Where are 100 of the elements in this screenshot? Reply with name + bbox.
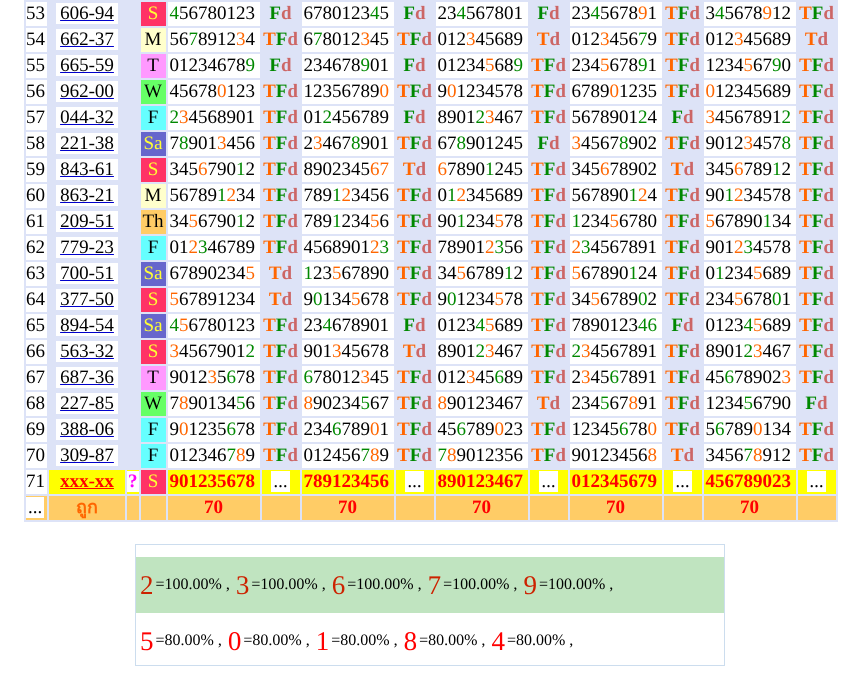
day-cell: Sa <box>140 314 166 338</box>
code-link[interactable]: 843-61 <box>56 159 118 180</box>
row-number: 58 <box>26 132 47 156</box>
number-cell: 789123456 <box>302 184 394 208</box>
code-link[interactable]: 388-06 <box>56 419 118 440</box>
number-cell: 567891234 <box>168 28 260 52</box>
code-link[interactable]: 606-94 <box>56 3 118 24</box>
legend-percent: =100.00% , <box>538 576 614 594</box>
number-cell: 234567891 <box>570 340 662 364</box>
number-cell: 789123456 <box>302 210 394 234</box>
code-link[interactable]: 377-50 <box>56 289 118 310</box>
day-cell: S <box>140 158 166 182</box>
hit-tag: TFd <box>665 29 700 50</box>
hit-tag: TFd <box>263 315 298 336</box>
number-cell: 890123467 <box>436 106 528 130</box>
number-cell: 234568901 <box>168 106 260 130</box>
number-cell: 678901245 <box>436 132 528 156</box>
number-cell: 901235678 <box>168 418 260 442</box>
number-cell: 901234578 <box>436 210 528 234</box>
row-number: 65 <box>26 314 47 338</box>
hit-tag: TFd <box>531 55 566 76</box>
row-number: 66 <box>26 340 47 364</box>
number-cell: 890123467 <box>436 392 528 416</box>
hit-tag: TFd <box>665 211 700 232</box>
code-link[interactable]: 894-54 <box>56 315 118 336</box>
number-cell: 234678901 <box>302 132 394 156</box>
hit-tag: TFd <box>263 445 298 466</box>
code-link[interactable]: 309-87 <box>56 445 118 466</box>
hit-tag: Td <box>268 289 292 310</box>
number-cell: 901234578 <box>704 132 796 156</box>
hit-tag: Fd <box>537 133 560 154</box>
hit-tag: TFd <box>397 29 432 50</box>
hit-tag: TFd <box>799 107 834 128</box>
number-cell: 456789023 <box>704 470 796 494</box>
row-number: 56 <box>26 80 47 104</box>
code-link[interactable]: 209-51 <box>56 211 118 232</box>
number-cell: 123456780 <box>570 418 662 442</box>
hit-tag: TFd <box>799 211 834 232</box>
code-link[interactable]: 779-23 <box>56 237 118 258</box>
legend-digit: 7 <box>428 570 442 600</box>
hit-tag: TFd <box>665 237 700 258</box>
hit-tag: TFd <box>665 133 700 154</box>
legend-digit: 6 <box>332 570 346 600</box>
legend-percent: =80.00% , <box>506 632 574 650</box>
hit-tag: Fd <box>671 107 694 128</box>
day-cell: M <box>140 28 166 52</box>
number-cell: 456780123 <box>168 2 260 26</box>
hit-tag: TFd <box>531 367 566 388</box>
code-link[interactable]: 662-37 <box>56 29 118 50</box>
number-cell: 234567891 <box>570 236 662 260</box>
number-cell: 456780123 <box>168 80 260 104</box>
code-link[interactable]: 044-32 <box>56 107 118 128</box>
code-link[interactable]: 962-00 <box>56 81 118 102</box>
day-cell: F <box>140 418 166 442</box>
code-link[interactable]: 221-38 <box>56 133 118 154</box>
number-cell: 567891234 <box>168 184 260 208</box>
legend-percent: =80.00% , <box>419 632 486 650</box>
count-label: 70 <box>606 497 625 518</box>
number-cell: 901234578 <box>704 236 796 260</box>
number-cell: 012456789 <box>302 106 394 130</box>
code-link[interactable]: 665-59 <box>56 55 118 76</box>
number-cell: 345678912 <box>704 106 796 130</box>
number-cell: 345678912 <box>704 158 796 182</box>
hit-tag: TFd <box>397 263 432 284</box>
hit-tag: TFd <box>263 29 298 50</box>
hit-tag: TFd <box>799 341 834 362</box>
count-label: 70 <box>472 497 491 518</box>
number-cell: 789013456 <box>168 132 260 156</box>
number-cell: 789013456 <box>168 392 260 416</box>
number-cell: 678012345 <box>302 366 394 390</box>
row-number: 60 <box>26 184 47 208</box>
code-link[interactable]: 687-36 <box>56 367 118 388</box>
ellipsis-label: ... <box>807 471 826 492</box>
number-cell: 678901235 <box>570 80 662 104</box>
hit-tag: Td <box>670 445 694 466</box>
hit-tag: TFd <box>799 367 834 388</box>
hit-tag: TFd <box>397 419 432 440</box>
day-cell: S <box>140 470 166 494</box>
code-link[interactable]: 563-32 <box>56 341 118 362</box>
code-link[interactable]: 863-21 <box>56 185 118 206</box>
number-cell: 234567891 <box>570 2 662 26</box>
number-cell: 012345689 <box>436 54 528 78</box>
hit-tag: TFd <box>531 263 566 284</box>
number-cell: 234567891 <box>570 366 662 390</box>
number-cell: 901234578 <box>436 80 528 104</box>
hit-tag: TFd <box>799 55 834 76</box>
row-number: 57 <box>26 106 47 130</box>
hit-tag: TFd <box>397 393 432 414</box>
number-cell: 567890124 <box>570 184 662 208</box>
hit-tag: TFd <box>665 419 700 440</box>
code-link[interactable]: 227-85 <box>56 393 118 414</box>
number-cell: 678012345 <box>302 2 394 26</box>
number-cell: 789012356 <box>436 236 528 260</box>
number-cell: 345678912 <box>704 444 796 468</box>
code-link[interactable]: 700-51 <box>56 263 118 284</box>
day-cell: W <box>140 392 166 416</box>
hit-tag: TFd <box>799 419 834 440</box>
legend-digit: 8 <box>404 626 418 656</box>
hit-tag: TFd <box>799 3 834 24</box>
number-cell: 123456790 <box>704 392 796 416</box>
